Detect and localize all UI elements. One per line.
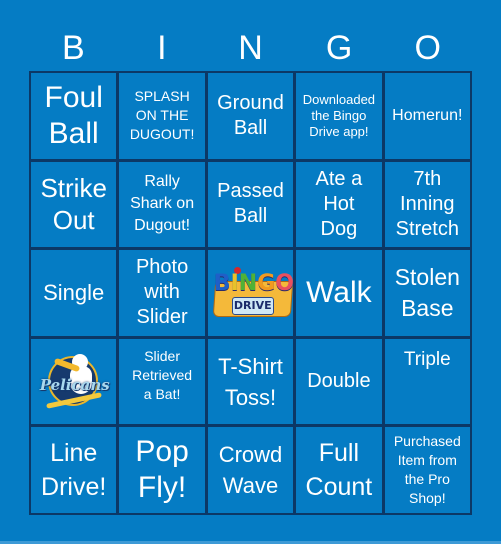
bingo-header: B I N G O — [29, 28, 472, 68]
bingo-cell-single[interactable]: Single — [31, 250, 117, 336]
cell-label: Downloaded the Bingo Drive app! — [302, 91, 376, 139]
bingo-cell-pop-fly[interactable]: Pop Fly! — [119, 427, 205, 513]
bingo-cell-photo-with-slider[interactable]: Photo with Slider — [119, 250, 205, 336]
bingo-board: Foul Ball SPLASH ON THE DUGOUT! Ground Ball … — [29, 71, 472, 515]
bingo-cell-passed-ball[interactable]: Passed Ball — [207, 161, 294, 248]
cell-label: 7th Inning Stretch — [395, 167, 459, 240]
bingo-cell-7th-inning-stretch[interactable]: 7th Inning Stretch — [384, 161, 470, 248]
cell-label: Purchased Item from the Pro Shop! — [393, 433, 461, 507]
header-letter-o: O — [414, 29, 441, 67]
cell-label: Crowd Wave — [218, 442, 283, 499]
bingo-cell-walk[interactable]: Walk — [296, 250, 382, 336]
bingo-cell-triple[interactable]: Triple — [384, 338, 470, 425]
cell-label: Double — [307, 370, 371, 393]
cell-label: Homerun! — [392, 106, 463, 124]
bingo-cell-foul-ball[interactable]: Foul Ball — [31, 73, 117, 159]
cell-label: Ground Ball — [217, 91, 284, 139]
cell-label: Walk — [306, 275, 372, 309]
header-letter-n: N — [238, 29, 263, 67]
cell-label: Single — [43, 279, 105, 305]
cell-label: Rally Shark on Dugout! — [130, 173, 195, 235]
bingo-cell-double[interactable]: Double — [296, 338, 382, 425]
logo-letters: B I N G O — [213, 270, 294, 296]
bingo-cell-stolen-base[interactable]: Stolen Base — [384, 250, 470, 336]
bingo-cell-purchased-item[interactable]: Purchased Item from the Pro Shop! — [384, 427, 470, 513]
bingo-cell-rally-shark[interactable]: Rally Shark on Dugout! — [119, 161, 205, 248]
cell-label: Full Count — [305, 439, 373, 502]
bingo-cell-ate-a-hot-dog[interactable]: Ate a Hot Dog — [296, 161, 382, 248]
bingo-cell-splash-on-the-dugout[interactable]: SPLASH ON THE DUGOUT! — [119, 73, 205, 159]
header-letter-b: B — [61, 29, 85, 67]
bingo-cell-strike-out[interactable]: Strike Out — [31, 161, 117, 248]
cell-label: Strike Out — [40, 173, 107, 236]
cell-label: Foul Ball — [44, 80, 103, 150]
bingo-cell-t-shirt-toss[interactable]: T-Shirt Toss! — [207, 338, 294, 425]
bingo-cell-full-count[interactable]: Full Count — [296, 427, 382, 513]
cell-label: Slider Retrieved a Bat! — [132, 347, 193, 402]
bingo-cell-ground-ball[interactable]: Ground Ball — [207, 73, 294, 159]
logo-wordmark: Pelicans — [39, 375, 110, 394]
bingo-cell-crowd-wave[interactable]: Crowd Wave — [207, 427, 294, 513]
bingo-cell-line-drive[interactable]: Line Drive! — [31, 427, 117, 513]
logo-drive-label: DRIVE — [231, 296, 274, 315]
cell-label: Triple — [403, 348, 451, 370]
bingo-cell-free-space[interactable]: B I N G O DRIVE — [207, 250, 294, 336]
header-letter-i: I — [157, 29, 167, 67]
bingo-drive-logo: B I N G O DRIVE — [210, 266, 294, 319]
cell-label: SPLASH ON THE DUGOUT! — [129, 88, 195, 143]
bingo-cell-slider-retrieved-bat[interactable]: Slider Retrieved a Bat! — [119, 338, 205, 425]
cell-label: Photo with Slider — [135, 256, 189, 329]
bingo-cell-downloaded-app[interactable]: Downloaded the Bingo Drive app! — [296, 73, 382, 159]
cell-label: Ate a Hot Dog — [315, 167, 363, 240]
header-letter-g: G — [325, 29, 353, 67]
bingo-cell-homerun[interactable]: Homerun! — [384, 73, 470, 159]
cell-label: Stolen Base — [394, 263, 460, 321]
cell-label: T-Shirt Toss! — [218, 353, 283, 410]
pelicans-logo: Pelicans — [39, 352, 110, 412]
cell-label: Pop Fly! — [135, 435, 189, 505]
cell-label: Passed Ball — [217, 180, 284, 228]
cell-label: Line Drive! — [41, 439, 107, 502]
bingo-cell-pelicans-logo[interactable]: Pelicans — [31, 338, 117, 425]
